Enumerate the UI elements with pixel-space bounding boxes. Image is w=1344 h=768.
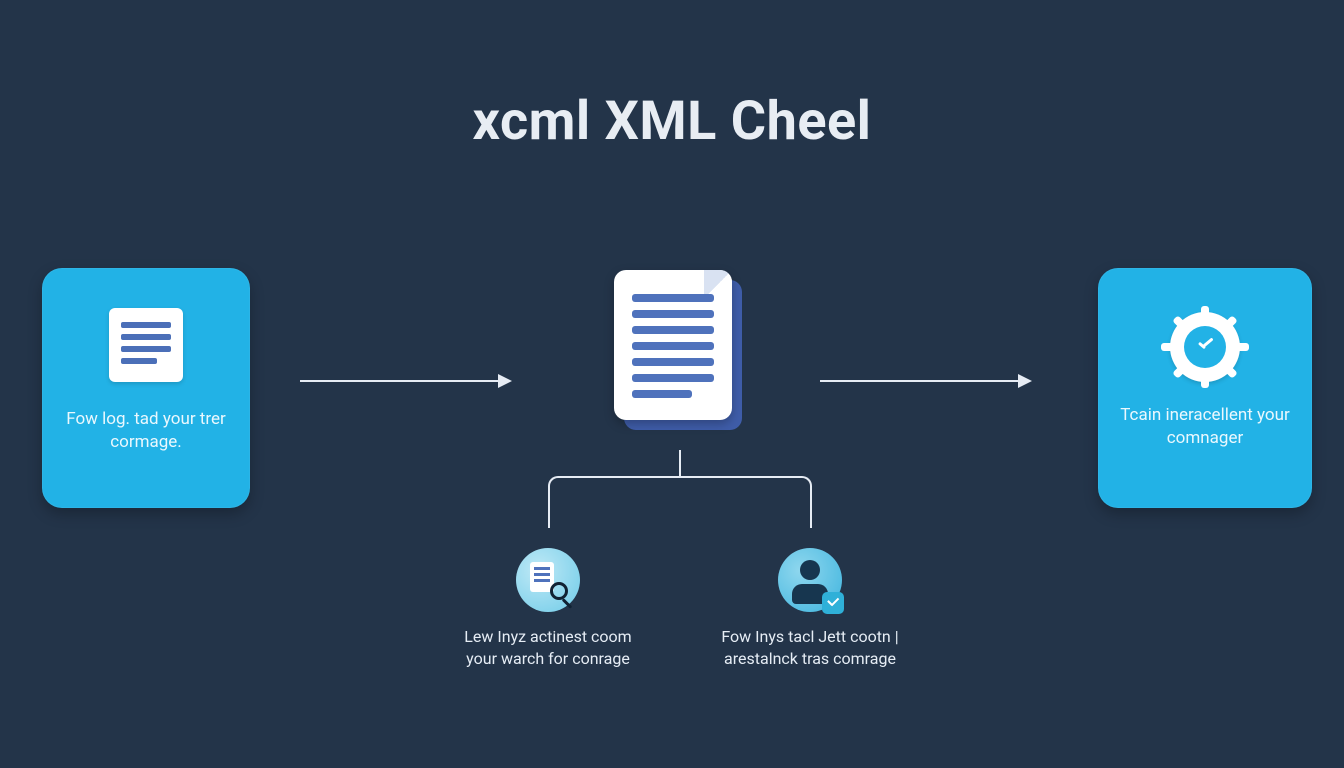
target-card-caption: Tcain ineracellent your comnager bbox=[1116, 404, 1294, 450]
source-card: Fow log. tad your trer cormage. bbox=[42, 268, 250, 508]
person-check-icon bbox=[778, 548, 842, 612]
branch-item-inspect-caption: Lew Inyz actinest coom your warch for co… bbox=[448, 626, 648, 669]
target-card: Tcain ineracellent your comnager bbox=[1098, 268, 1312, 508]
document-icon bbox=[109, 308, 183, 382]
arrow-right-icon bbox=[820, 380, 1030, 382]
center-document bbox=[614, 270, 742, 430]
branch-item-verify-caption: Fow Inys tacl Jett cootn | arestalnck tr… bbox=[710, 626, 910, 669]
arrow-left-icon bbox=[300, 380, 510, 382]
search-document-icon bbox=[516, 548, 580, 612]
source-card-caption: Fow log. tad your trer cormage. bbox=[60, 408, 232, 454]
document-large-icon bbox=[614, 270, 732, 420]
branch-item-verify: Fow Inys tacl Jett cootn | arestalnck tr… bbox=[710, 548, 910, 669]
branch-connector bbox=[500, 450, 860, 540]
page-title: xcml XML Cheel bbox=[0, 90, 1344, 153]
gear-icon bbox=[1170, 312, 1240, 382]
branch-item-inspect: Lew Inyz actinest coom your warch for co… bbox=[448, 548, 648, 669]
